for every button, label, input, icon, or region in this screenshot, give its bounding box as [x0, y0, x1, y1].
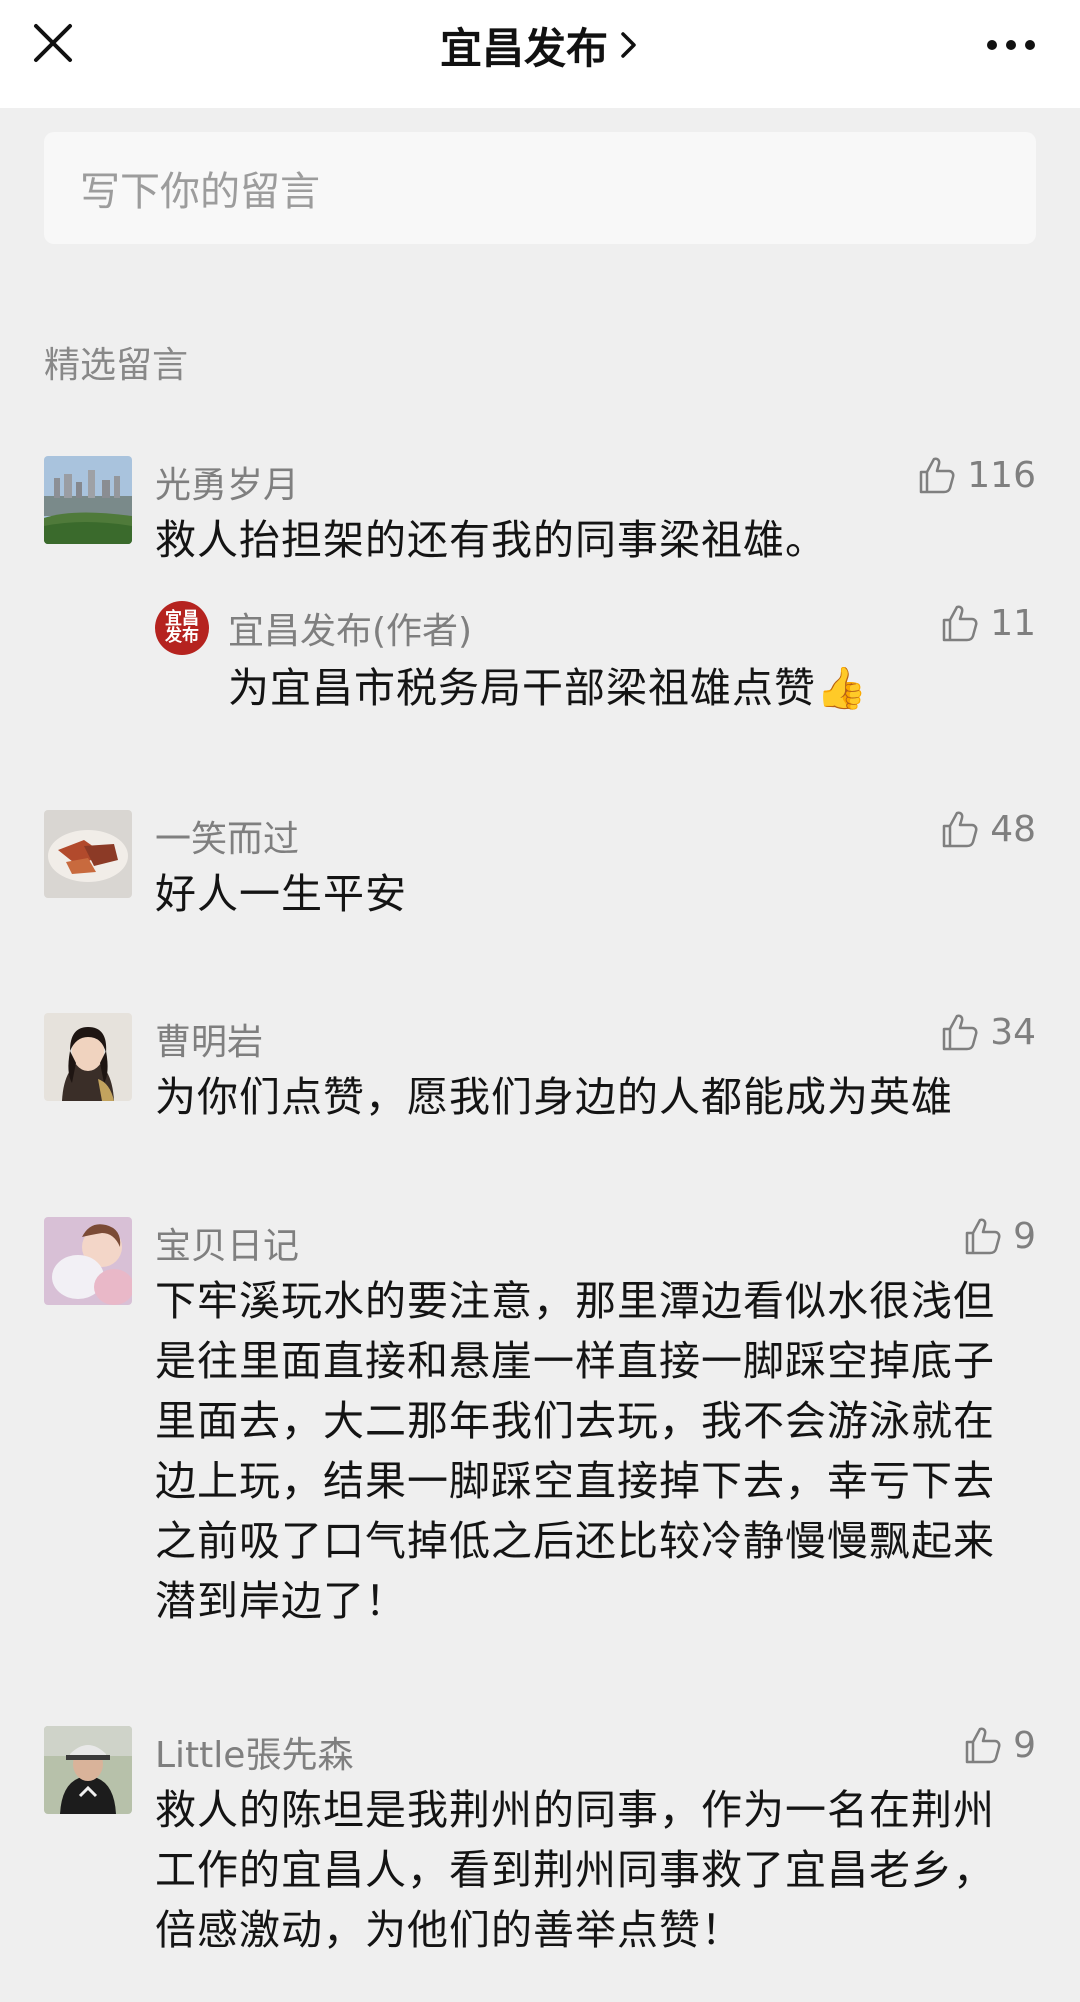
comment-text: 好人一生平安	[155, 870, 407, 918]
comment-author: 曹明岩	[155, 1022, 264, 1063]
like-button[interactable]: 116	[915, 454, 1036, 496]
thumbs-up-icon	[942, 1014, 978, 1051]
like-count: 9	[1013, 1215, 1036, 1257]
like-count: 116	[967, 454, 1036, 496]
account-title[interactable]: 宜昌发布	[440, 15, 640, 76]
like-button[interactable]: 48	[938, 808, 1036, 850]
author-avatar-logo: 宜昌发布	[165, 609, 199, 646]
reply-author: 宜昌发布(作者)	[228, 611, 473, 652]
avatar[interactable]	[44, 1726, 132, 1814]
like-button[interactable]: 34	[938, 1011, 1036, 1053]
more-options-icon[interactable]	[984, 30, 1038, 60]
like-count: 9	[1013, 1724, 1036, 1766]
comment-text: 救人抬担架的还有我的同事梁祖雄。	[155, 516, 827, 564]
avatar[interactable]	[44, 1013, 132, 1101]
close-icon[interactable]	[28, 18, 78, 68]
comment-author: 光勇岁月	[155, 465, 300, 506]
like-button[interactable]: 9	[961, 1215, 1036, 1257]
comment-input[interactable]: 写下你的留言	[44, 132, 1036, 244]
avatar[interactable]	[44, 1217, 132, 1305]
avatar[interactable]	[44, 810, 132, 898]
comment-input-placeholder: 写下你的留言	[80, 169, 320, 215]
comment-author: 宝贝日记	[155, 1226, 300, 1267]
chevron-right-icon	[621, 32, 636, 58]
like-button[interactable]: 9	[961, 1724, 1036, 1766]
like-count: 11	[990, 602, 1036, 644]
thumbs-up-icon	[965, 1727, 1001, 1764]
thumbs-up-icon	[942, 811, 978, 848]
like-count: 34	[990, 1011, 1036, 1053]
comment-author: Little張先森	[155, 1735, 354, 1776]
like-button[interactable]: 11	[938, 602, 1036, 644]
comment-text: 救人的陈坦是我荆州的同事，作为一名在荆州工作的宜昌人，看到荆州同事救了宜昌老乡，…	[155, 1786, 995, 1954]
account-title-label: 宜昌发布	[439, 23, 608, 73]
thumbs-up-icon	[942, 605, 978, 642]
top-bar: 宜昌发布	[0, 0, 1080, 108]
author-avatar[interactable]: 宜昌发布	[155, 601, 209, 655]
thumbs-up-icon	[920, 457, 955, 494]
comment-text: 为你们点赞，愿我们身边的人都能成为英雄	[155, 1073, 953, 1121]
reply-text: 为宜昌市税务局干部梁祖雄点赞👍	[228, 664, 869, 712]
featured-comments-heading: 精选留言	[44, 345, 189, 386]
thumbs-up-icon	[965, 1218, 1001, 1255]
like-count: 48	[990, 808, 1036, 850]
comment-text: 下牢溪玩水的要注意，那里潭边看似水很浅但是往里面直接和悬崖一样直接一脚踩空掉底子…	[155, 1277, 995, 1625]
comment-author: 一笑而过	[155, 819, 300, 860]
avatar[interactable]	[44, 456, 132, 544]
